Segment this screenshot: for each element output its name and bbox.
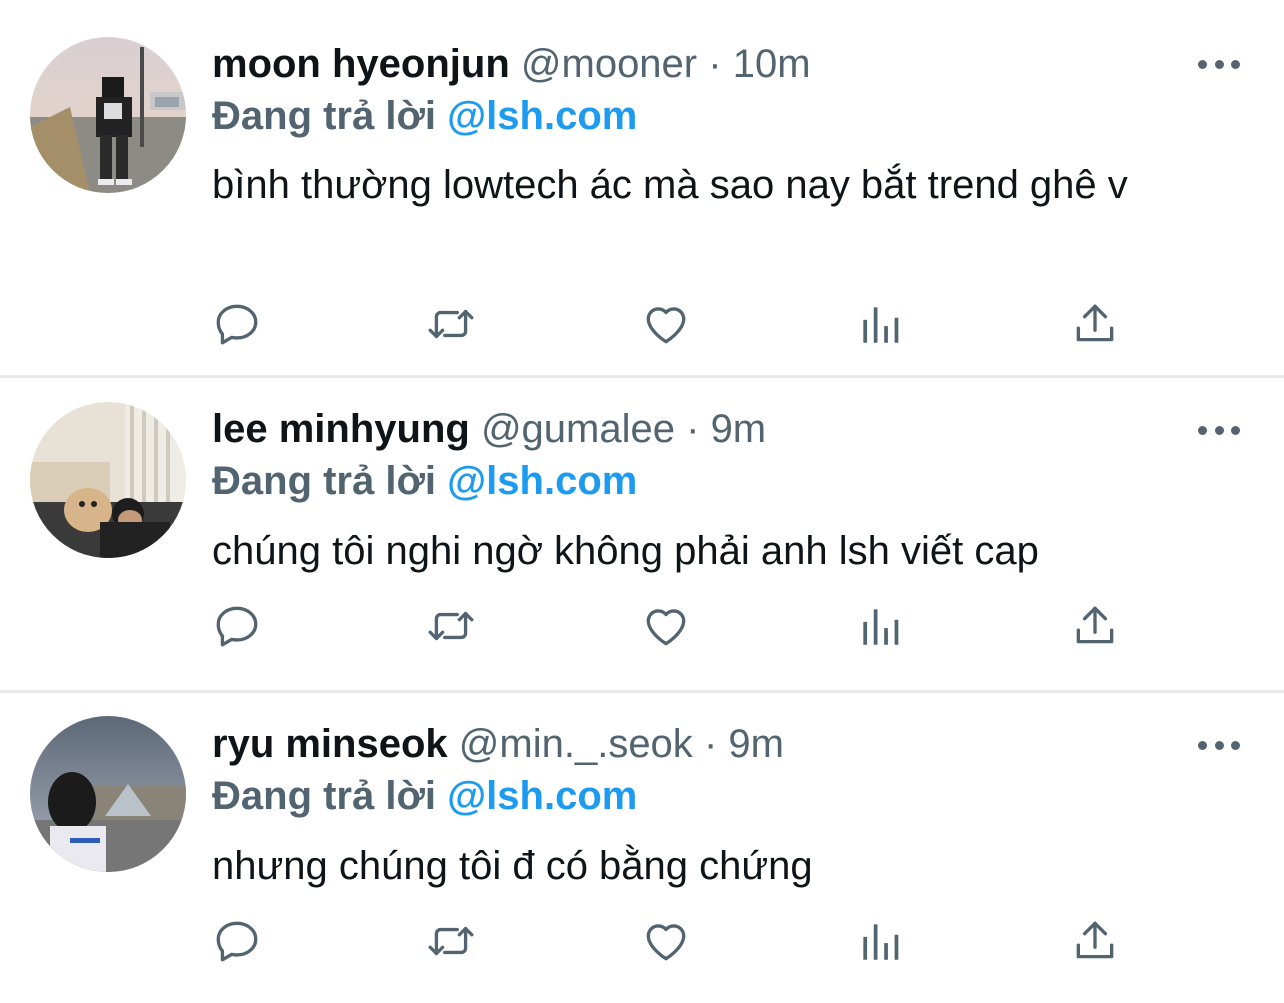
tweet-header: moon hyeonjun @mooner · 10m: [212, 40, 1224, 88]
separator-dot: ·: [686, 407, 700, 451]
reply-bubble-icon[interactable]: [207, 596, 267, 656]
user-handle[interactable]: @gumalee: [481, 407, 675, 451]
replying-to: Đang trả lời @lsh.com: [212, 92, 637, 140]
display-name[interactable]: lee minhyung: [212, 407, 470, 451]
replying-to-handle[interactable]: @lsh.com: [447, 94, 637, 138]
tweet-text: nhưng chúng tôi đ có bằng chứng: [212, 844, 813, 888]
heart-icon[interactable]: [636, 911, 696, 971]
reply-bubble-icon[interactable]: [207, 294, 267, 354]
retweet-icon[interactable]: [421, 294, 481, 354]
tweet-reply[interactable]: ryu minseok @min._.seok · 9m Đang trả lờ…: [0, 693, 1284, 1003]
timestamp[interactable]: 10m: [733, 42, 811, 86]
user-handle[interactable]: @mooner: [521, 42, 697, 86]
share-upload-icon[interactable]: [1065, 596, 1125, 656]
timestamp[interactable]: 9m: [711, 407, 767, 451]
tweet-reply[interactable]: moon hyeonjun @mooner · 10m Đang trả lời…: [0, 0, 1284, 375]
replying-to: Đang trả lời @lsh.com: [212, 457, 637, 505]
avatar[interactable]: [30, 716, 186, 872]
analytics-bars-icon[interactable]: [850, 911, 910, 971]
tweet-header: ryu minseok @min._.seok · 9m: [212, 720, 1224, 768]
tweet-actions: [0, 596, 1284, 656]
tweet-text: bình thường lowtech ác mà sao nay bắt tr…: [212, 163, 1128, 207]
separator-dot: ·: [708, 42, 722, 86]
heart-icon[interactable]: [636, 596, 696, 656]
heart-icon[interactable]: [636, 294, 696, 354]
display-name[interactable]: ryu minseok: [212, 722, 448, 766]
analytics-bars-icon[interactable]: [850, 294, 910, 354]
share-upload-icon[interactable]: [1065, 911, 1125, 971]
replying-to-handle[interactable]: @lsh.com: [447, 774, 637, 818]
analytics-bars-icon[interactable]: [850, 596, 910, 656]
separator-dot: ·: [703, 722, 718, 766]
timestamp[interactable]: 9m: [728, 722, 784, 766]
reply-bubble-icon[interactable]: [207, 911, 267, 971]
retweet-icon[interactable]: [421, 596, 481, 656]
share-upload-icon[interactable]: [1065, 294, 1125, 354]
tweet-reply[interactable]: lee minhyung @gumalee · 9m Đang trả lời …: [0, 378, 1284, 690]
more-horizontal-icon[interactable]: [1198, 738, 1240, 752]
replying-to-label: Đang trả lời: [212, 774, 437, 818]
tweet-header: lee minhyung @gumalee · 9m: [212, 405, 1224, 453]
avatar[interactable]: [30, 402, 186, 558]
retweet-icon[interactable]: [421, 911, 481, 971]
replying-to-handle[interactable]: @lsh.com: [447, 459, 637, 503]
replying-to: Đang trả lời @lsh.com: [212, 772, 637, 820]
tweet-actions: [0, 294, 1284, 354]
avatar[interactable]: [30, 37, 186, 193]
tweet-text: chúng tôi nghi ngờ không phải anh lsh vi…: [212, 529, 1039, 573]
more-horizontal-icon[interactable]: [1198, 423, 1240, 437]
display-name[interactable]: moon hyeonjun: [212, 42, 510, 86]
user-handle[interactable]: @min._.seok: [459, 722, 693, 766]
replying-to-label: Đang trả lời: [212, 94, 437, 138]
tweet-actions: [0, 911, 1284, 971]
more-horizontal-icon[interactable]: [1198, 57, 1240, 71]
replying-to-label: Đang trả lời: [212, 459, 437, 503]
